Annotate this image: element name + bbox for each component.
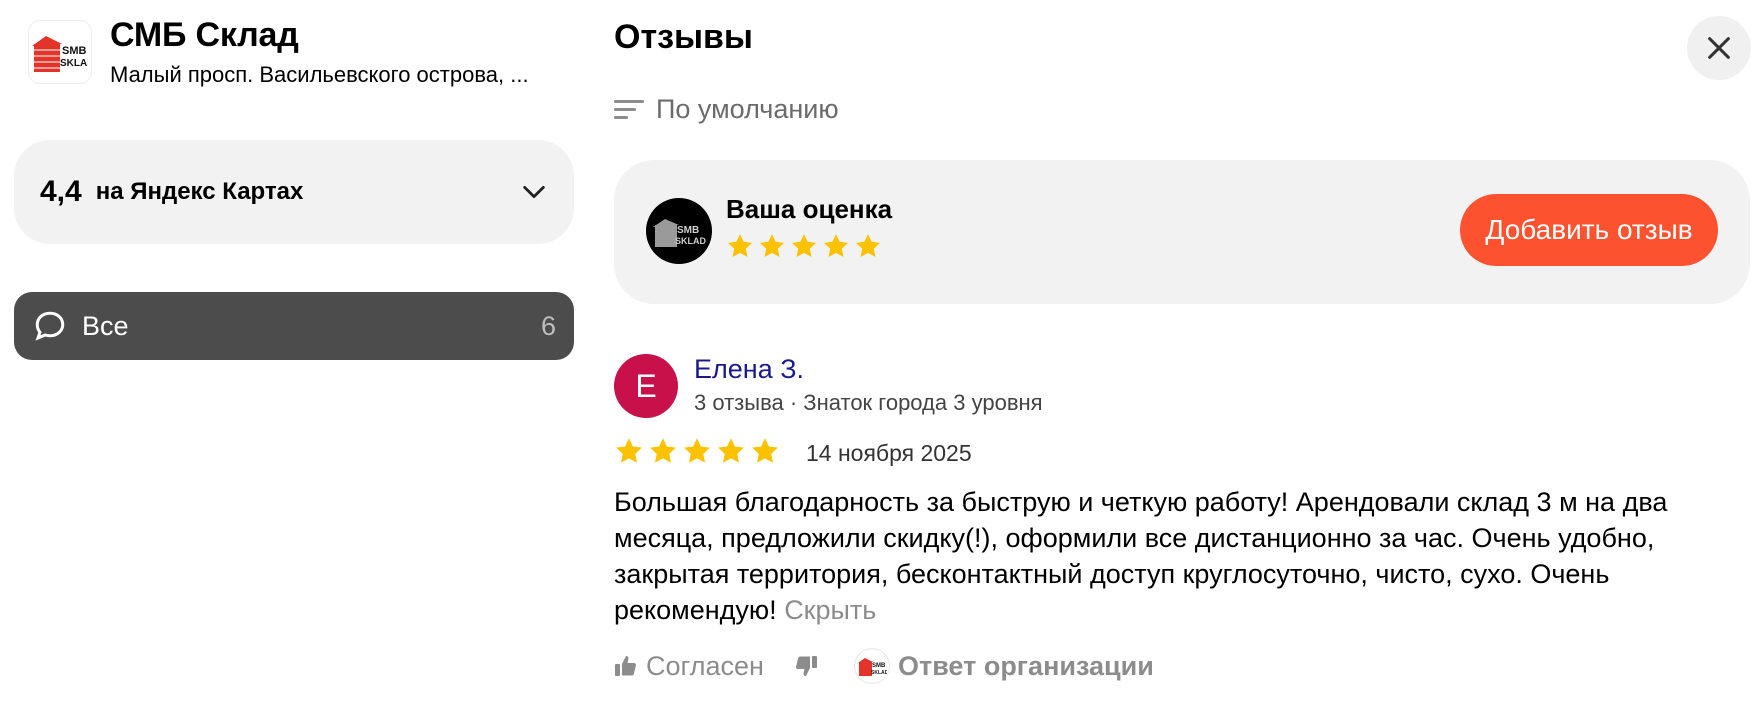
rating-star-2[interactable] bbox=[758, 232, 786, 265]
close-button[interactable] bbox=[1687, 16, 1751, 80]
rating-star-3[interactable] bbox=[790, 232, 818, 265]
warehouse-logo-icon: SMB SKLAD bbox=[32, 36, 88, 72]
reviews-title: Отзывы bbox=[614, 18, 753, 56]
svg-text:SKLAD: SKLAD bbox=[60, 58, 88, 69]
svg-text:SMB: SMB bbox=[872, 663, 886, 669]
dislike-button[interactable] bbox=[794, 654, 818, 678]
your-rating-card: SMB SKLAD Ваша оценка Добавить отзыв bbox=[614, 160, 1750, 304]
star-icon bbox=[759, 234, 785, 257]
review-body: Большая благодарность за быструю и четку… bbox=[614, 487, 1668, 625]
star-icon bbox=[727, 234, 753, 257]
author-name[interactable]: Елена З. bbox=[694, 354, 804, 385]
sort-label: По умолчанию bbox=[656, 94, 839, 124]
rating-star-5[interactable] bbox=[854, 232, 882, 265]
thumbs-down-icon bbox=[796, 656, 817, 676]
sort-lines-icon bbox=[614, 99, 644, 119]
your-rating-stars[interactable] bbox=[726, 232, 882, 265]
rating-star-1[interactable] bbox=[726, 232, 754, 265]
chevron-down-icon bbox=[523, 185, 545, 199]
hide-review-link[interactable]: Скрыть bbox=[784, 595, 876, 625]
org-logo: SMB SKLAD bbox=[28, 20, 92, 84]
author-meta: 3 отзыва · Знаток города 3 уровня bbox=[694, 390, 1043, 415]
user-avatar: SMB SKLAD bbox=[646, 198, 712, 264]
warehouse-logo-icon: SMB SKLAD bbox=[653, 219, 706, 247]
rating-value: 4,4 bbox=[40, 175, 82, 208]
add-review-button[interactable]: Добавить отзыв bbox=[1460, 194, 1718, 266]
author-avatar[interactable]: Е bbox=[614, 354, 678, 418]
svg-text:SKLAD: SKLAD bbox=[871, 670, 887, 676]
review-actions: Согласен SMB SKLAD Ответ организации bbox=[614, 648, 1154, 684]
svg-text:SMB: SMB bbox=[677, 225, 699, 236]
sort-selector[interactable]: По умолчанию bbox=[614, 94, 839, 125]
filter-label: Все bbox=[82, 310, 129, 341]
rating-source: на Яндекс Картах bbox=[95, 178, 304, 205]
org-reply-label: Ответ организации bbox=[897, 650, 1154, 681]
star-icon bbox=[791, 234, 817, 257]
rating-star-4[interactable] bbox=[822, 232, 850, 265]
star-icon bbox=[616, 438, 642, 463]
like-button[interactable]: Согласен bbox=[614, 651, 764, 682]
star-icon bbox=[752, 438, 778, 463]
filter-count: 6 bbox=[540, 310, 556, 341]
review-stars bbox=[614, 436, 780, 466]
your-rating-label: Ваша оценка bbox=[726, 194, 893, 224]
rating-summary-card[interactable]: 4,4 на Яндекс Картах bbox=[14, 140, 574, 244]
warehouse-logo-icon: SMB SKLAD bbox=[857, 658, 887, 676]
like-label: Согласен bbox=[646, 650, 764, 681]
review-date: 14 ноября 2025 bbox=[806, 440, 972, 466]
org-reply-logo: SMB SKLAD bbox=[853, 648, 890, 684]
star-icon bbox=[718, 438, 744, 463]
review-text: Большая благодарность за быструю и четку… bbox=[614, 484, 1734, 628]
org-address[interactable]: Малый просп. Васильевского острова, ... bbox=[110, 62, 570, 88]
thumbs-up-icon bbox=[615, 656, 636, 676]
svg-text:SMB: SMB bbox=[62, 45, 87, 57]
filter-all-reviews[interactable]: Все 6 bbox=[14, 292, 574, 360]
org-title: СМБ Склад bbox=[110, 16, 299, 54]
star-icon bbox=[855, 234, 881, 257]
speech-bubble-icon bbox=[35, 311, 65, 341]
star-icon bbox=[684, 438, 710, 463]
close-icon bbox=[1708, 37, 1730, 59]
org-reply-button[interactable]: SMB SKLAD Ответ организации bbox=[853, 648, 1154, 684]
star-icon bbox=[823, 234, 849, 257]
svg-text:SKLAD: SKLAD bbox=[675, 236, 706, 246]
star-icon bbox=[650, 438, 676, 463]
